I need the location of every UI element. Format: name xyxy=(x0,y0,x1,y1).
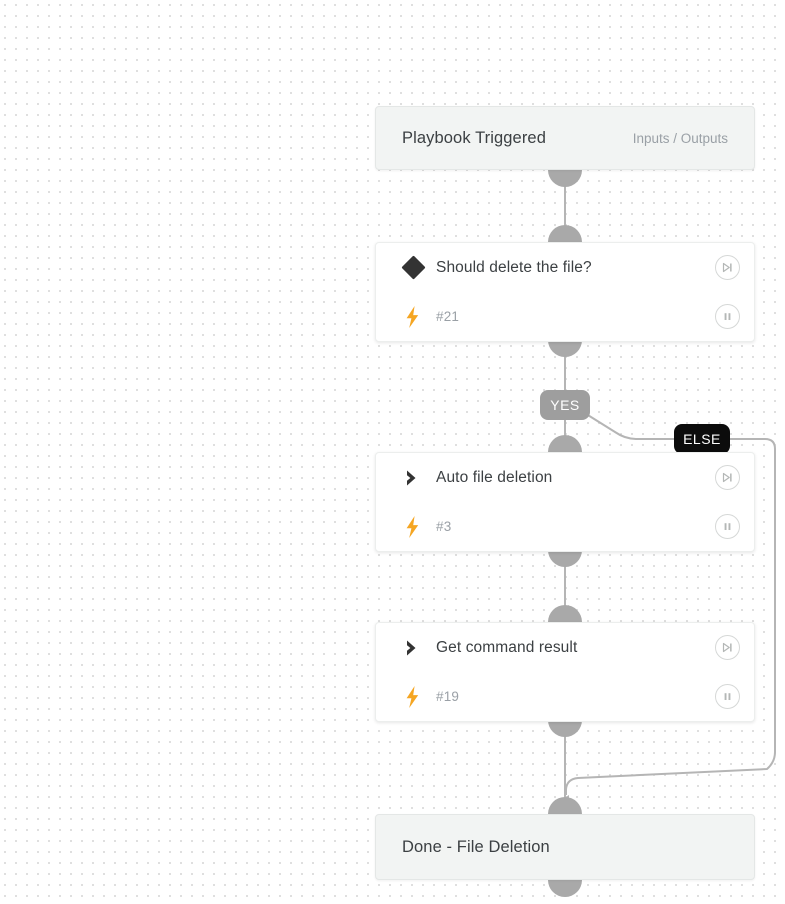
task-result-status-row: #19 xyxy=(376,673,754,721)
pause-icon[interactable] xyxy=(715,514,740,539)
skip-forward-icon[interactable] xyxy=(715,635,740,660)
port-input-task-delete xyxy=(548,435,582,452)
node-get-command-result[interactable]: Get command result #19 xyxy=(375,622,755,722)
port-output-decision xyxy=(548,340,582,357)
pause-icon[interactable] xyxy=(715,304,740,329)
task-result-header-row: Get command result xyxy=(376,623,754,673)
done-title: Done - File Deletion xyxy=(402,838,728,857)
port-output-trigger xyxy=(548,170,582,187)
port-input-decision xyxy=(548,225,582,242)
task-result-title: Get command result xyxy=(436,639,715,657)
port-output-task-result xyxy=(548,720,582,737)
node-auto-file-deletion[interactable]: Auto file deletion #3 xyxy=(375,452,755,552)
task-delete-status-row: #3 xyxy=(376,503,754,551)
skip-forward-icon[interactable] xyxy=(715,255,740,280)
branch-label-else[interactable]: ELSE xyxy=(674,424,730,454)
decision-status-row: #21 xyxy=(376,293,754,341)
node-done-file-deletion[interactable]: Done - File Deletion xyxy=(375,814,755,880)
decision-title: Should delete the file? xyxy=(436,259,715,277)
trigger-title: Playbook Triggered xyxy=(402,129,633,148)
pause-icon[interactable] xyxy=(715,684,740,709)
lightning-bolt-icon xyxy=(390,516,436,538)
diamond-icon xyxy=(390,259,436,276)
lightning-bolt-icon xyxy=(390,686,436,708)
task-delete-header-row: Auto file deletion xyxy=(376,453,754,503)
skip-forward-icon[interactable] xyxy=(715,465,740,490)
decision-header-row: Should delete the file? xyxy=(376,243,754,293)
trigger-inputs-outputs-link[interactable]: Inputs / Outputs xyxy=(633,131,728,146)
port-output-done xyxy=(548,880,582,897)
port-input-task-result xyxy=(548,605,582,622)
task-result-id-label: #19 xyxy=(436,689,715,704)
task-delete-title: Auto file deletion xyxy=(436,469,715,487)
playbook-canvas[interactable]: Playbook Triggered Inputs / Outputs Shou… xyxy=(0,0,785,904)
node-should-delete-the-file[interactable]: Should delete the file? #21 xyxy=(375,242,755,342)
decision-id-label: #21 xyxy=(436,309,715,324)
lightning-bolt-icon xyxy=(390,306,436,328)
node-playbook-triggered[interactable]: Playbook Triggered Inputs / Outputs xyxy=(375,106,755,170)
port-input-done xyxy=(548,797,582,814)
task-delete-id-label: #3 xyxy=(436,519,715,534)
port-output-task-delete xyxy=(548,550,582,567)
chevron-right-icon xyxy=(390,468,436,488)
branch-label-yes[interactable]: YES xyxy=(540,390,590,420)
edge-decision-else-to-done xyxy=(565,342,775,795)
chevron-right-icon xyxy=(390,638,436,658)
